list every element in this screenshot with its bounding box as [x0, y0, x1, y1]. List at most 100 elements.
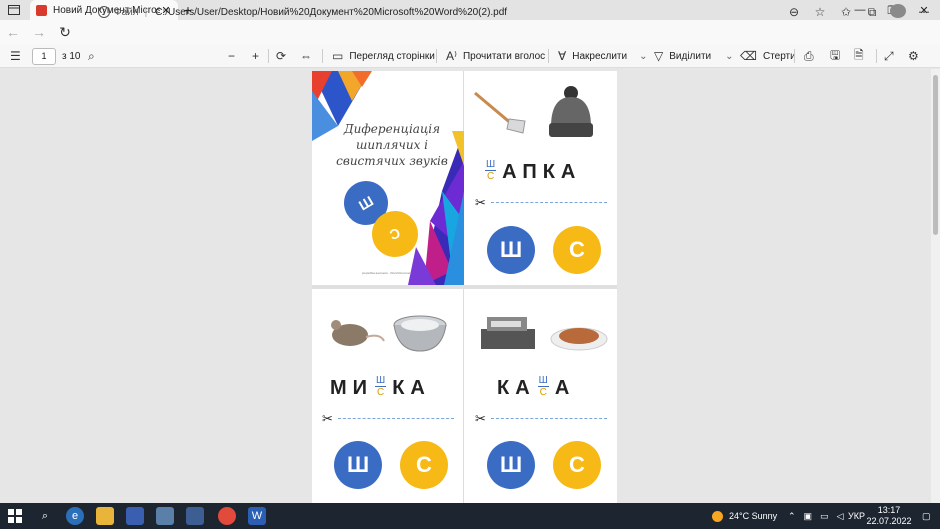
- highlight-button[interactable]: ▽ Виділити ⌄: [654, 44, 734, 68]
- refresh-icon[interactable]: ↻: [52, 20, 78, 44]
- find-icon[interactable]: ⌕: [88, 44, 101, 68]
- weather-text: 24°C Sunny: [729, 511, 778, 521]
- vertical-scrollbar[interactable]: [931, 69, 940, 503]
- erase-label: Стерти: [762, 50, 796, 62]
- address-bar-actions: ⊖ ☆ ✩ ⧉ ⋯: [786, 2, 932, 22]
- info-icon[interactable]: i: [98, 6, 110, 18]
- read-aloud-icon: A⁾: [446, 49, 457, 63]
- answer-circle-sh[interactable]: Ш: [487, 226, 535, 274]
- cut-line: [338, 418, 454, 419]
- fullscreen-icon[interactable]: ⤢: [884, 44, 900, 68]
- word-app-icon[interactable]: W: [248, 507, 266, 525]
- draw-button[interactable]: ∀ Накреслити ⌄: [558, 44, 647, 68]
- forward-icon[interactable]: →: [26, 20, 52, 44]
- cover-credit: розробка вчителя · Word Document: [362, 271, 412, 275]
- network-icon[interactable]: ▭: [820, 511, 829, 522]
- card-shapka: Ш С АПКА ✂ Ш С: [465, 71, 617, 285]
- language-indicator[interactable]: УКР: [848, 503, 865, 529]
- edge-app-icon[interactable]: e: [66, 507, 84, 525]
- word-myshka: МИ Ш С КА: [330, 375, 431, 400]
- add-favorite-icon[interactable]: ☆: [812, 5, 828, 19]
- clock[interactable]: 13:17 22.07.2022: [866, 503, 912, 529]
- more-options-icon[interactable]: ⋯: [916, 5, 932, 19]
- erase-button[interactable]: ⌫ Стерти: [740, 44, 796, 68]
- scrollbar-thumb[interactable]: [933, 75, 938, 235]
- draw-icon: ∀: [558, 49, 567, 63]
- word-prefix: МИ: [330, 377, 374, 399]
- tab-actions-icon[interactable]: [0, 0, 28, 20]
- page-view-button[interactable]: ▭ Перегляд сторінки: [332, 44, 435, 68]
- clock-date: 22.07.2022: [866, 516, 912, 526]
- tray-camera-icon[interactable]: ▣: [804, 511, 813, 522]
- url-field[interactable]: i Файл | C:/Users/User/Desktop/Новий%20Д…: [88, 2, 828, 22]
- highlight-icon: ▽: [654, 49, 664, 63]
- draw-chevron-down-icon[interactable]: ⌄: [639, 51, 647, 62]
- profile-avatar[interactable]: [890, 3, 906, 21]
- sun-icon: [712, 510, 723, 522]
- zoom-icon[interactable]: ⊖: [786, 5, 802, 19]
- page-number-input[interactable]: 1: [32, 47, 56, 65]
- zoom-in-icon[interactable]: +: [252, 44, 265, 68]
- file-explorer-icon[interactable]: [96, 507, 114, 525]
- zoom-out-icon[interactable]: −: [228, 44, 241, 68]
- answer-circle-s[interactable]: С: [553, 226, 601, 274]
- rotate-icon[interactable]: ⟳: [276, 44, 292, 68]
- card-myshka: МИ Ш С КА ✂ Ш С: [312, 289, 464, 503]
- cover-title: Диференціація шиплячих і свистячих звукі…: [336, 122, 448, 168]
- scissors-icon: ✂: [475, 411, 486, 426]
- hoe-image: [474, 91, 526, 134]
- choice-sh: Ш: [375, 375, 387, 387]
- clock-time: 13:17: [877, 505, 901, 515]
- start-windows-icon[interactable]: [6, 507, 24, 525]
- word-suffix: АПКА: [502, 161, 582, 183]
- volume-icon[interactable]: ◁: [837, 511, 844, 522]
- choice-sh: Ш: [485, 159, 497, 171]
- calculator-app-icon[interactable]: [156, 507, 174, 525]
- windows-taskbar: ⌕ e W 24°C Sunny ⌃ ▣ ▭ ◁ УКР 13:17 22.07…: [0, 503, 940, 529]
- word-suffix: КА: [392, 377, 431, 399]
- word-suffix: А: [554, 377, 576, 399]
- search-icon[interactable]: ⌕: [36, 507, 54, 525]
- favorites-icon[interactable]: ✩: [838, 5, 854, 19]
- photos-app-icon[interactable]: [186, 507, 204, 525]
- answer-circle-sh[interactable]: Ш: [334, 441, 382, 489]
- buckwheat-plate-image: [550, 327, 608, 351]
- letter-choice-fraction: Ш С: [375, 375, 387, 398]
- answer-circle-sh[interactable]: Ш: [487, 441, 535, 489]
- notifications-icon[interactable]: ▢: [922, 503, 931, 529]
- store-app-icon[interactable]: [126, 507, 144, 525]
- page-view-icon: ▭: [332, 49, 344, 63]
- choice-s: С: [486, 171, 495, 182]
- chrome-app-icon[interactable]: [218, 507, 236, 525]
- answer-circle-s[interactable]: С: [400, 441, 448, 489]
- cash-register-image: [481, 317, 535, 349]
- card-kasha: КА Ш С А ✂ Ш С: [465, 289, 617, 503]
- letter-choice-fraction: Ш С: [537, 375, 549, 398]
- address-bar: ← → ↻: [0, 20, 940, 44]
- pdf-page: Диференціація шиплячих і свистячих звукі…: [312, 71, 617, 503]
- contents-icon[interactable]: ☰: [10, 44, 27, 68]
- eraser-icon: ⌫: [740, 49, 757, 63]
- cut-line: [491, 418, 607, 419]
- back-icon[interactable]: ←: [0, 20, 26, 44]
- tray-chevron-up-icon[interactable]: ⌃: [788, 511, 796, 522]
- word-shapka: Ш С АПКА: [483, 159, 581, 184]
- url-text[interactable]: C:/Users/User/Desktop/Новий%20Документ%2…: [155, 7, 507, 18]
- answer-circle-s[interactable]: С: [553, 441, 601, 489]
- weather-widget[interactable]: 24°C Sunny: [712, 503, 777, 529]
- read-aloud-button[interactable]: A⁾ Прочитати вголос: [446, 44, 545, 68]
- word-prefix: КА: [497, 377, 536, 399]
- settings-icon[interactable]: ⚙: [908, 44, 925, 68]
- mouse-image: [331, 320, 385, 346]
- save-as-icon[interactable]: 🗎: [854, 44, 870, 68]
- choice-s: С: [539, 387, 547, 398]
- save-icon[interactable]: 🖫: [830, 44, 846, 68]
- fit-page-icon[interactable]: ⇔: [300, 44, 318, 68]
- draw-label: Накреслити: [572, 50, 628, 62]
- choice-s: С: [377, 387, 385, 398]
- collections-icon[interactable]: ⧉: [864, 5, 880, 20]
- print-icon[interactable]: ⎙: [804, 44, 820, 68]
- highlight-chevron-down-icon[interactable]: ⌄: [725, 51, 733, 62]
- read-aloud-label: Прочитати вголос: [462, 50, 546, 62]
- word-kasha: КА Ш С А: [497, 375, 575, 400]
